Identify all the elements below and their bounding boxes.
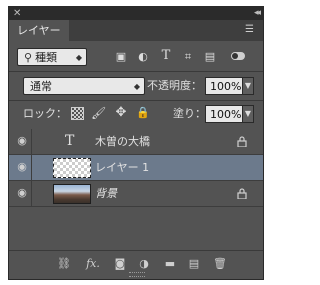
adjustment-filter-icon[interactable]: ◐ [136, 50, 150, 64]
opacity-field[interactable]: 100% [205, 77, 243, 95]
panel-tab-row: レイヤー ☰ [9, 20, 263, 41]
blend-row: 通常 ◆ 不透明度： 100% ▼ [9, 73, 263, 99]
eye-icon[interactable]: ◉ [13, 186, 31, 200]
background-thumbnail [53, 184, 91, 204]
layer-thumbnail [53, 158, 91, 178]
layer-name[interactable]: レイヤー 1 [95, 155, 149, 181]
filter-kind-select[interactable]: ⚲ 種類 ◆ [17, 48, 87, 66]
pixel-filter-icon[interactable]: ▣ [114, 50, 128, 64]
type-filter-icon[interactable]: T [159, 49, 173, 63]
updown-arrow-icon: ◆ [75, 53, 82, 62]
lock-icon [237, 188, 247, 199]
text-layer-icon: T [65, 133, 75, 149]
opacity-dropdown[interactable]: ▼ [242, 77, 254, 95]
lock-label: ロック： [23, 107, 67, 120]
opacity-label: 不透明度： [147, 79, 202, 92]
new-group-icon[interactable]: ▬ [163, 257, 177, 271]
smart-object-filter-icon[interactable]: ▤ [203, 50, 217, 64]
panel-titlebar: ✕ ◂◂ [9, 7, 263, 20]
lock-row: ロック： 🖌 ✥ 🔒 塗り： 100% ▼ [9, 102, 263, 126]
lock-pixels-icon[interactable]: 🖌 [91, 106, 106, 120]
eye-icon[interactable]: ◉ [13, 134, 31, 148]
add-mask-icon[interactable]: ◙ [113, 257, 127, 271]
link-layers-icon[interactable]: ⛓ [57, 257, 71, 271]
filter-kind-label: 種類 [35, 51, 58, 64]
layer-name[interactable]: 背景 [95, 181, 117, 207]
layer-row-background[interactable]: ◉ 背景 [9, 181, 263, 207]
fill-label: 塗り： [173, 107, 206, 120]
blend-mode-select[interactable]: 通常 ◆ [23, 77, 145, 95]
layers-bottom-bar: ⛓ fx. ◙ ◑ ▬ ▤ 🗑 [9, 250, 263, 279]
blend-mode-value: 通常 [30, 80, 52, 93]
layer-list: ◉ T 木曽の大橋 ◉ レイヤー 1 ◉ 背景 [9, 129, 263, 249]
layer-name[interactable]: 木曽の大橋 [95, 129, 150, 155]
fx-icon[interactable]: fx. [83, 257, 103, 271]
filter-row: ⚲ 種類 ◆ ▣ ◐ T ⌗ ▤ [9, 45, 263, 69]
layer-row-text[interactable]: ◉ T 木曽の大橋 [9, 129, 263, 155]
eye-icon[interactable]: ◉ [13, 160, 31, 174]
panel-menu-icon[interactable]: ☰ [245, 25, 257, 35]
close-icon[interactable]: ✕ [13, 7, 21, 20]
resize-grip[interactable] [129, 272, 145, 277]
layers-panel: ✕ ◂◂ レイヤー ☰ ⚲ 種類 ◆ ▣ ◐ T ⌗ ▤ 通常 ◆ 不透明度： 1… [8, 6, 264, 280]
tab-layers[interactable]: レイヤー [9, 20, 69, 41]
search-icon: ⚲ [24, 51, 33, 64]
updown-arrow-icon: ◆ [133, 82, 140, 91]
lock-position-icon[interactable]: ✥ [114, 106, 128, 120]
new-layer-icon[interactable]: ▤ [187, 257, 201, 271]
collapse-icon[interactable]: ◂◂ [254, 7, 261, 20]
lock-transparent-icon[interactable] [71, 107, 84, 120]
lock-all-icon[interactable]: 🔒 [136, 106, 150, 120]
shape-filter-icon[interactable]: ⌗ [181, 50, 195, 64]
fill-field[interactable]: 100% [205, 105, 243, 123]
lock-icon [237, 136, 247, 147]
filter-toggle[interactable] [231, 52, 245, 60]
layer-row-pixel[interactable]: ◉ レイヤー 1 [9, 155, 263, 181]
fill-dropdown[interactable]: ▼ [242, 105, 254, 123]
trash-icon[interactable]: 🗑 [213, 257, 227, 271]
adjustment-layer-icon[interactable]: ◑ [137, 257, 151, 271]
